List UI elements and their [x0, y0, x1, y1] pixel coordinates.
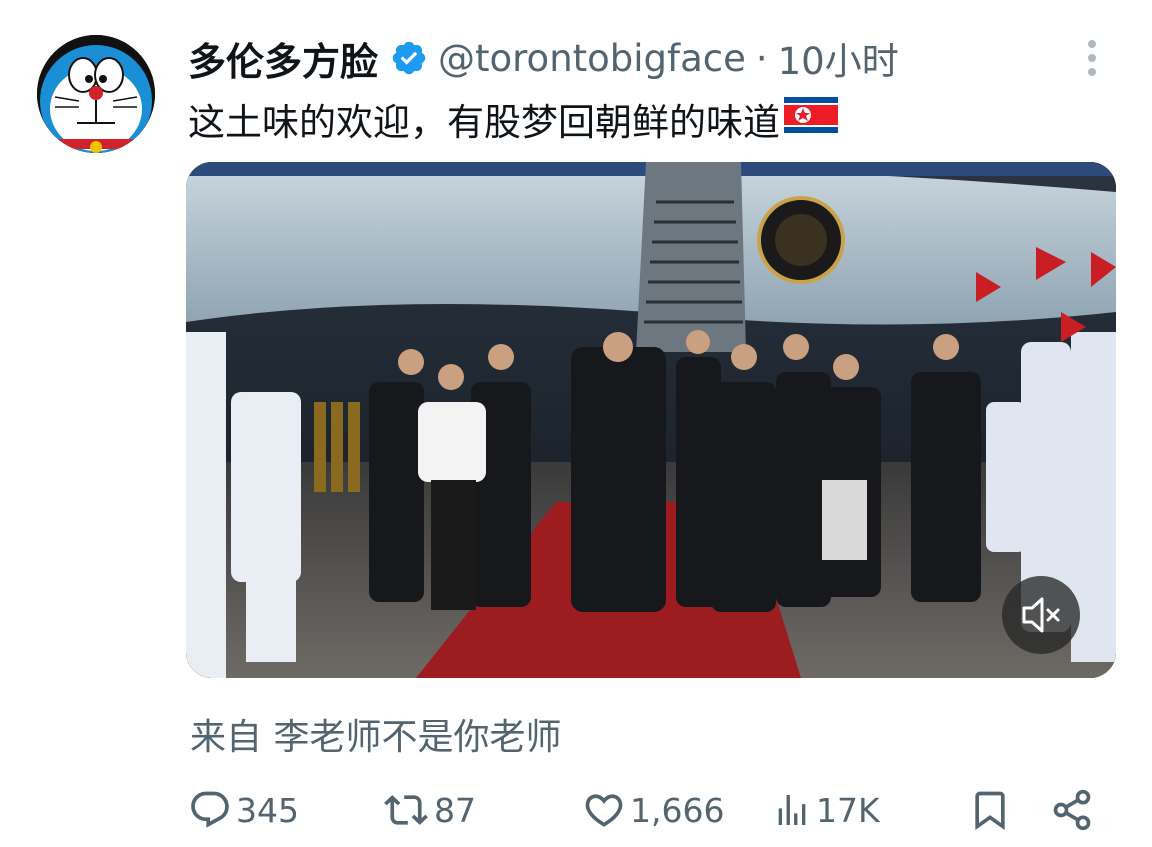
share-icon — [1053, 789, 1091, 831]
verified-badge-icon — [390, 39, 428, 77]
like-button[interactable]: 1,666 — [582, 780, 724, 840]
bookmark-button[interactable] — [968, 780, 1012, 840]
avatar[interactable] — [37, 35, 155, 153]
speaker-muted-icon — [1022, 597, 1060, 633]
video-source-label[interactable]: 来自 李老师不是你老师 — [190, 708, 561, 760]
views-button[interactable]: 17K — [772, 780, 880, 840]
more-vertical-icon[interactable] — [1080, 36, 1104, 80]
heart-icon — [585, 794, 623, 827]
share-button[interactable] — [1050, 780, 1094, 840]
views-count: 17K — [816, 790, 880, 830]
like-count: 1,666 — [630, 790, 725, 830]
tweet-body: 这土味的欢迎，有股梦回朝鲜的味道 — [188, 101, 780, 144]
reply-button[interactable]: 345 — [188, 780, 299, 840]
retweet-icon — [384, 795, 428, 825]
tweet-actions: 345 87 1,666 17K — [0, 780, 1152, 840]
tweet-header: 多伦多方脸 @torontobigface · 10小时 — [188, 30, 899, 86]
user-handle[interactable]: @torontobigface — [438, 37, 746, 80]
mute-button[interactable] — [1002, 576, 1080, 654]
retweet-count: 87 — [434, 790, 476, 830]
video-frame — [186, 162, 1116, 678]
reply-count: 345 — [236, 790, 299, 830]
tweet-text: 这土味的欢迎，有股梦回朝鲜的味道 — [188, 92, 838, 146]
bookmark-icon — [975, 791, 1005, 831]
timestamp[interactable]: 10小时 — [778, 31, 899, 85]
display-name[interactable]: 多伦多方脸 — [188, 31, 378, 86]
reply-icon — [191, 791, 229, 828]
north-korea-flag-icon — [784, 96, 838, 142]
separator-dot: · — [755, 36, 768, 80]
views-chart-icon — [778, 795, 806, 825]
tweet-video[interactable] — [186, 162, 1116, 678]
doraemon-avatar-icon — [37, 35, 155, 153]
retweet-button[interactable]: 87 — [382, 780, 476, 840]
